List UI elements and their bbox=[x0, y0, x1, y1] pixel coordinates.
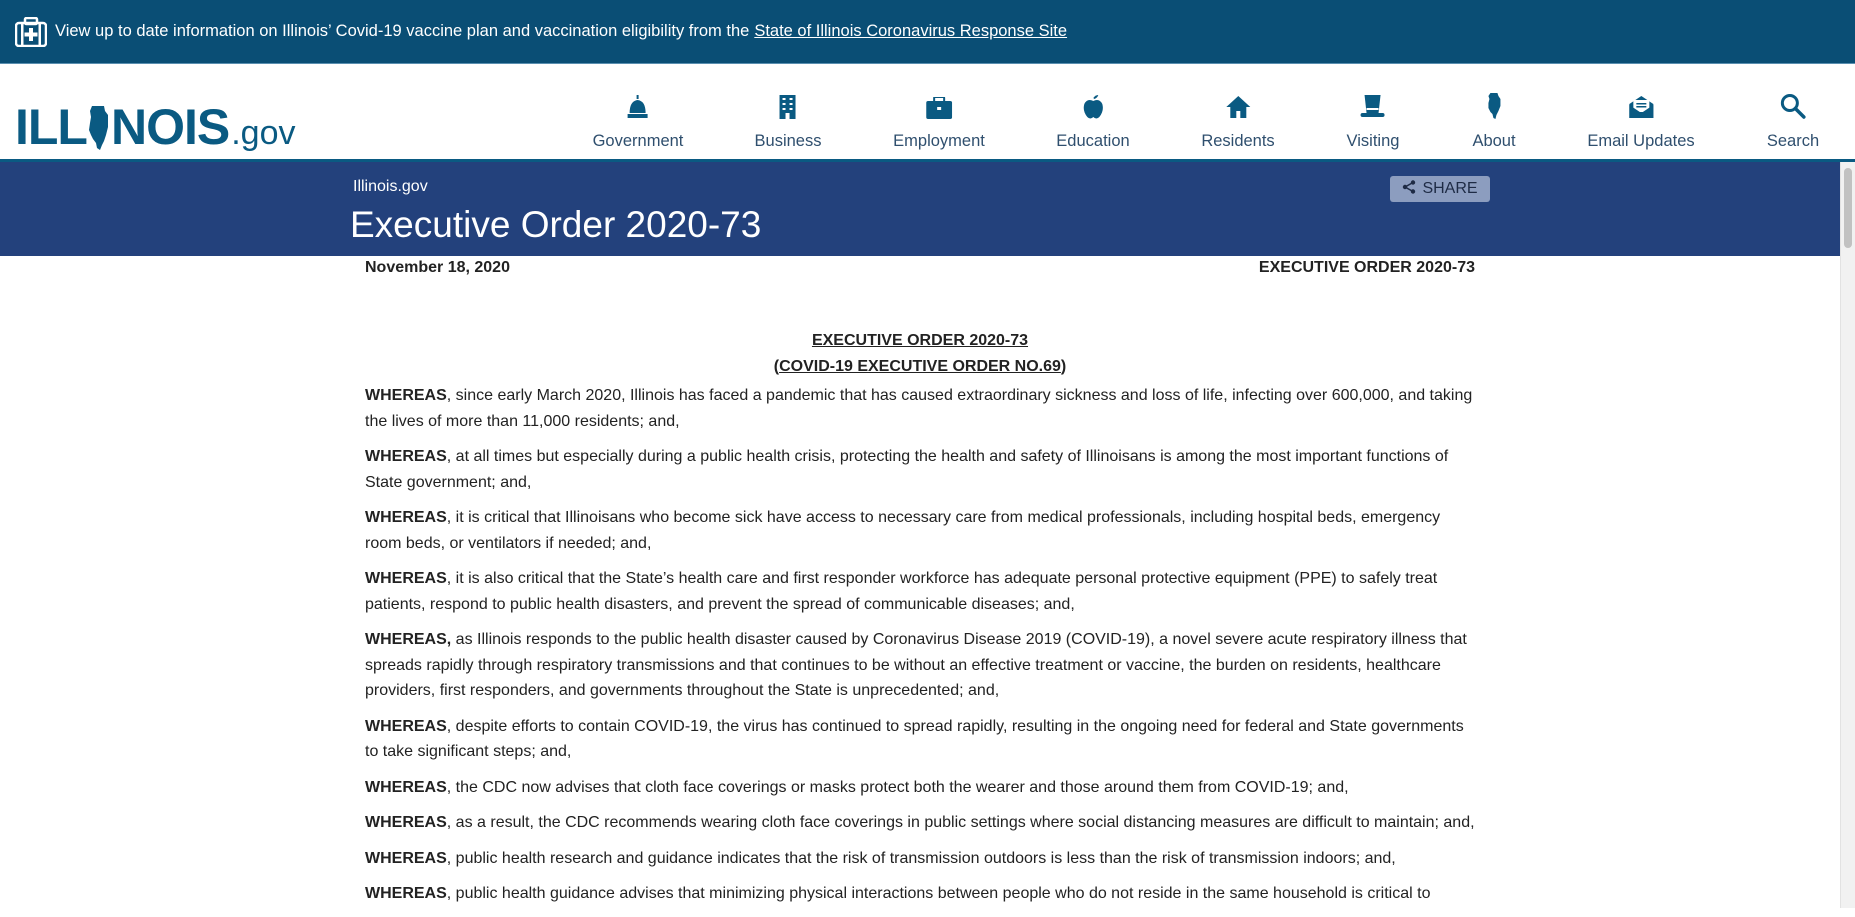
whereas-text: , public health guidance advises that mi… bbox=[446, 885, 1431, 902]
subheading-text: COVID-19 EXECUTIVE ORDER NO.69 bbox=[779, 357, 1061, 375]
medical-kit-icon bbox=[15, 16, 47, 47]
whereas-lead: WHEREAS bbox=[365, 448, 447, 465]
building-icon bbox=[779, 95, 797, 124]
whereas-paragraph: WHEREAS, it is critical that Illinoisans… bbox=[365, 505, 1475, 556]
search-icon bbox=[1780, 93, 1806, 124]
document-heading: EXECUTIVE ORDER 2020-73 bbox=[811, 332, 1029, 349]
whereas-text: , since early March 2020, Illinois has f… bbox=[365, 387, 1473, 430]
whereas-text: , despite efforts to contain COVID-19, t… bbox=[365, 717, 1464, 761]
whereas-paragraph: WHEREAS, as a result, the CDC recommends… bbox=[365, 810, 1475, 836]
nav-label: Visiting bbox=[1346, 132, 1400, 150]
whereas-paragraph: WHEREAS, the CDC now advises that cloth … bbox=[365, 775, 1475, 801]
nav-education[interactable]: Education bbox=[1056, 95, 1130, 151]
page-scrollbar[interactable] bbox=[1840, 162, 1855, 908]
top-hat-icon bbox=[1359, 95, 1387, 124]
whereas-lead: WHEREAS bbox=[365, 509, 447, 526]
whereas-lead: WHEREAS bbox=[365, 570, 447, 587]
whereas-text: as Illinois responds to the public healt… bbox=[365, 631, 1467, 699]
whereas-paragraph: WHEREAS, as Illinois responds to the pub… bbox=[365, 627, 1475, 704]
whereas-lead: WHEREAS bbox=[365, 778, 447, 796]
alert-banner: View up to date information on Illinois’… bbox=[0, 0, 1855, 64]
nav-label: Residents bbox=[1201, 132, 1275, 150]
whereas-lead: WHEREAS bbox=[365, 717, 447, 735]
nav-label: About bbox=[1472, 132, 1516, 150]
whereas-paragraph: WHEREAS, it is also critical that the St… bbox=[365, 566, 1475, 617]
whereas-text: , public health research and guidance in… bbox=[446, 849, 1396, 867]
whereas-text: , as a result, the CDC recommends wearin… bbox=[446, 814, 1475, 831]
whereas-lead: WHEREAS bbox=[365, 849, 447, 867]
nav-email-updates[interactable]: Email Updates bbox=[1587, 95, 1695, 151]
whereas-lead: WHEREAS, bbox=[365, 631, 452, 648]
order-date: November 18, 2020 bbox=[365, 259, 510, 276]
whereas-text: , at all times but especially during a p… bbox=[365, 448, 1449, 491]
whereas-paragraph: WHEREAS, public health guidance advises … bbox=[365, 881, 1475, 907]
capitol-icon bbox=[627, 95, 649, 124]
nav-label: Business bbox=[754, 132, 822, 150]
alert-text: View up to date information on Illinois’… bbox=[55, 22, 750, 40]
whereas-lead: WHEREAS bbox=[365, 387, 447, 404]
nav-label: Search bbox=[1766, 132, 1820, 150]
envelope-icon bbox=[1628, 95, 1654, 124]
briefcase-icon bbox=[925, 96, 952, 124]
illinois-map-icon bbox=[1487, 93, 1501, 124]
nav-label: Education bbox=[1056, 132, 1130, 150]
nav-label: Government bbox=[592, 132, 684, 150]
house-icon bbox=[1225, 95, 1251, 124]
nav-residents[interactable]: Residents bbox=[1201, 95, 1275, 151]
document-subheading: (COVID-19 EXECUTIVE ORDER NO.69) bbox=[365, 354, 1475, 380]
whereas-text: , it is also critical that the State’s h… bbox=[365, 570, 1438, 613]
nav-label: Email Updates bbox=[1587, 132, 1695, 150]
alert-link[interactable]: State of Illinois Coronavirus Response S… bbox=[754, 22, 1067, 41]
whereas-lead: WHEREAS bbox=[365, 814, 447, 831]
nav-employment[interactable]: Employment bbox=[893, 96, 985, 151]
page-title: Executive Order 2020-73 bbox=[350, 204, 762, 245]
subheading-close: ) bbox=[1060, 357, 1067, 375]
share-label: SHARE bbox=[1422, 180, 1478, 197]
nav-about[interactable]: About bbox=[1472, 93, 1516, 151]
nav-search[interactable]: Search bbox=[1766, 94, 1820, 151]
share-icon bbox=[1402, 179, 1416, 199]
whereas-text: , it is critical that Illinoisans who be… bbox=[365, 509, 1441, 552]
order-number: EXECUTIVE ORDER 2020-73 bbox=[1258, 259, 1475, 276]
nav-label: Employment bbox=[893, 132, 985, 150]
main-nav: Government Business Employment Education… bbox=[0, 93, 1855, 158]
breadcrumb[interactable]: Illinois.gov bbox=[353, 178, 428, 196]
title-band: Illinois.gov Executive Order 2020-73 SHA… bbox=[0, 162, 1840, 256]
whereas-paragraph: WHEREAS, public health research and guid… bbox=[365, 846, 1475, 872]
whereas-text: , the CDC now advises that cloth face co… bbox=[446, 778, 1349, 796]
whereas-paragraph: WHEREAS, since early March 2020, Illinoi… bbox=[365, 383, 1475, 434]
apple-icon bbox=[1082, 95, 1104, 124]
scrollbar-thumb[interactable] bbox=[1844, 168, 1852, 248]
whereas-lead: WHEREAS bbox=[365, 885, 447, 902]
nav-business[interactable]: Business bbox=[754, 95, 822, 151]
nav-government[interactable]: Government bbox=[592, 95, 684, 151]
share-button[interactable]: SHARE bbox=[1390, 176, 1490, 202]
whereas-paragraph: WHEREAS, at all times but especially dur… bbox=[365, 444, 1475, 495]
document-body: EXECUTIVE ORDER 2020-73 (COVID-19 EXECUT… bbox=[365, 328, 1475, 917]
nav-visiting[interactable]: Visiting bbox=[1346, 95, 1400, 151]
whereas-paragraph: WHEREAS, despite efforts to contain COVI… bbox=[365, 714, 1475, 765]
